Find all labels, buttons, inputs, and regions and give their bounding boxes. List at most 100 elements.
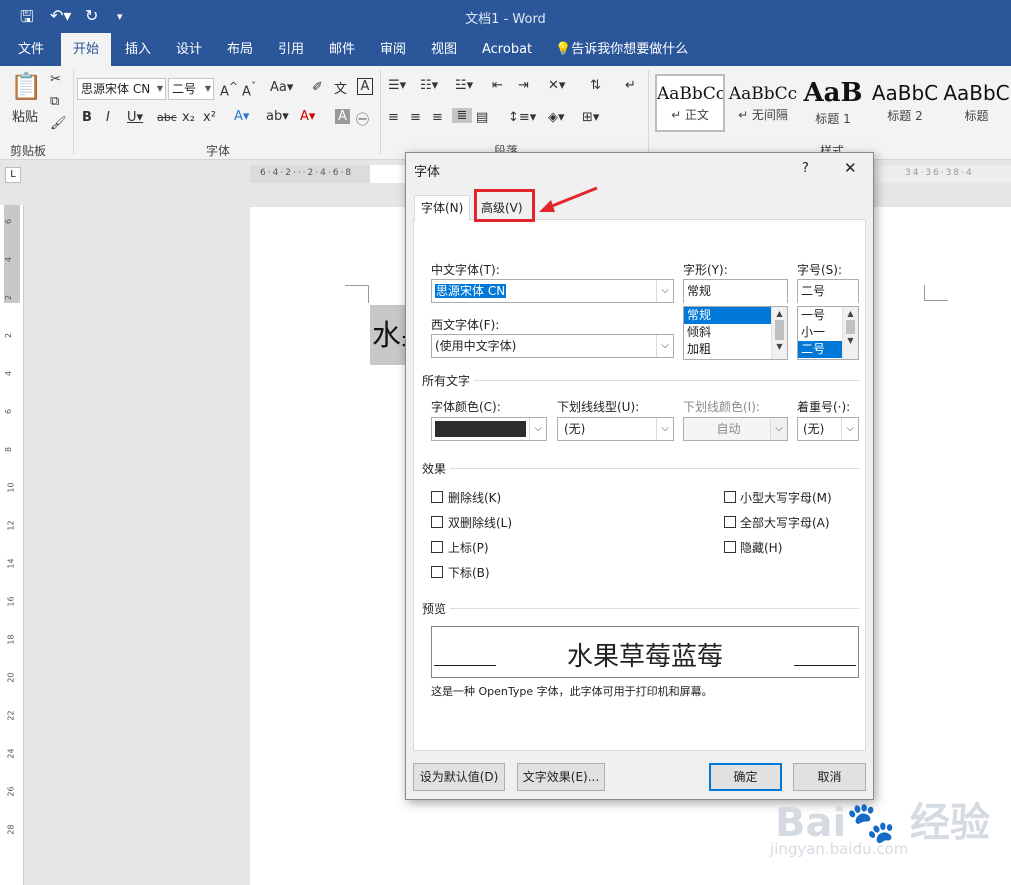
help-button[interactable]: ? bbox=[802, 161, 809, 176]
style-heading-2[interactable]: AaBbC 标题 2 bbox=[870, 74, 940, 132]
all-caps-label[interactable]: 全部大写字母(A) bbox=[740, 514, 830, 531]
borders-icon[interactable]: ⊞▾ bbox=[582, 110, 599, 125]
align-right-icon[interactable]: ≡ bbox=[432, 110, 443, 125]
style-normal[interactable]: AaBbCc ↵ 正文 bbox=[655, 74, 725, 132]
decrease-indent-icon[interactable]: ⇤ bbox=[492, 78, 503, 93]
copy-icon[interactable]: ⧉ bbox=[50, 94, 59, 109]
subscript-label[interactable]: 下标(B) bbox=[448, 564, 490, 581]
font-size-combo[interactable]: 二号 ▼ bbox=[168, 78, 214, 100]
cancel-button[interactable]: 取消 bbox=[793, 763, 866, 791]
enclose-characters-icon[interactable]: ㊀ bbox=[356, 109, 369, 128]
font-color-icon[interactable]: A▾ bbox=[300, 109, 315, 124]
scrollbar[interactable]: ▲ ▼ bbox=[771, 307, 787, 359]
character-border-icon[interactable]: A bbox=[357, 78, 373, 95]
bullets-icon[interactable]: ☰▾ bbox=[388, 78, 406, 93]
sort-icon[interactable]: ⇅ bbox=[590, 78, 601, 93]
distributed-icon[interactable]: ▤ bbox=[476, 110, 488, 125]
close-icon[interactable]: ✕ bbox=[844, 159, 857, 177]
line-spacing-icon[interactable]: ↕≡▾ bbox=[508, 110, 536, 125]
all-caps-checkbox[interactable] bbox=[724, 516, 736, 528]
ok-button[interactable]: 确定 bbox=[709, 763, 782, 791]
font-size-list[interactable]: 一号 小一 二号 ▲ ▼ bbox=[797, 306, 859, 360]
style-heading-1[interactable]: AaB 标题 1 bbox=[798, 74, 868, 132]
tab-insert[interactable]: 插入 bbox=[123, 33, 153, 66]
strikethrough-checkbox[interactable] bbox=[431, 491, 443, 503]
chinese-layout-icon[interactable]: ✕▾ bbox=[548, 78, 565, 93]
style-no-spacing[interactable]: AaBbCc ↵ 无间隔 bbox=[728, 74, 798, 132]
justify-icon[interactable]: ≣ bbox=[452, 108, 472, 123]
tab-layout[interactable]: 布局 bbox=[225, 33, 255, 66]
superscript-label[interactable]: 上标(P) bbox=[448, 539, 489, 556]
tab-home[interactable]: 开始 bbox=[61, 33, 112, 66]
strikethrough-label[interactable]: 删除线(K) bbox=[448, 489, 501, 506]
strikethrough-icon[interactable]: abc bbox=[157, 111, 177, 124]
tab-design[interactable]: 设计 bbox=[174, 33, 204, 66]
change-case-icon[interactable]: Aa▾ bbox=[270, 80, 293, 95]
font-style-input[interactable]: 常规 bbox=[683, 279, 788, 303]
double-strikethrough-checkbox[interactable] bbox=[431, 516, 443, 528]
shrink-font-icon[interactable]: Aˇ bbox=[242, 80, 256, 99]
tab-file[interactable]: 文件 bbox=[16, 33, 46, 66]
western-font-select[interactable]: (使用中文字体) ⌵ bbox=[431, 334, 674, 358]
underline-icon[interactable]: U▾ bbox=[127, 110, 143, 125]
font-name-combo[interactable]: 思源宋体 CN ▼ bbox=[77, 78, 166, 100]
shading-icon[interactable]: ◈▾ bbox=[548, 110, 565, 125]
subscript-icon[interactable]: x₂ bbox=[182, 110, 195, 125]
superscript-icon[interactable]: x² bbox=[203, 110, 216, 125]
bold-icon[interactable]: B bbox=[82, 110, 92, 125]
superscript-checkbox[interactable] bbox=[431, 541, 443, 553]
increase-indent-icon[interactable]: ⇥ bbox=[518, 78, 529, 93]
font-size-input[interactable]: 二号 bbox=[797, 279, 859, 303]
tab-mailings[interactable]: 邮件 bbox=[327, 33, 357, 66]
format-painter-icon[interactable]: 🖌 bbox=[50, 116, 67, 131]
multilevel-list-icon[interactable]: ☳▾ bbox=[455, 78, 473, 93]
hidden-label[interactable]: 隐藏(H) bbox=[740, 539, 782, 556]
chevron-down-icon[interactable]: ⌵ bbox=[656, 418, 673, 440]
list-item[interactable]: 常规 bbox=[684, 307, 771, 324]
numbering-icon[interactable]: ☷▾ bbox=[420, 78, 438, 93]
clear-formatting-icon[interactable]: ✐ bbox=[312, 80, 323, 95]
text-effects-icon[interactable]: A▾ bbox=[234, 109, 249, 124]
tab-view[interactable]: 视图 bbox=[429, 33, 459, 66]
chevron-down-icon[interactable]: ⌵ bbox=[841, 418, 858, 440]
highlight-icon[interactable]: ab▾ bbox=[266, 109, 289, 124]
all-text-label: 所有文字 bbox=[422, 374, 471, 388]
list-item[interactable]: 二号 bbox=[798, 341, 842, 358]
chevron-down-icon[interactable]: ⌵ bbox=[529, 418, 546, 440]
small-caps-checkbox[interactable] bbox=[724, 491, 736, 503]
text-effects-button[interactable]: 文字效果(E)... bbox=[517, 763, 605, 791]
subscript-checkbox[interactable] bbox=[431, 566, 443, 578]
phonetic-guide-icon[interactable]: 文 bbox=[334, 78, 347, 97]
italic-icon[interactable]: I bbox=[106, 110, 110, 125]
show-marks-icon[interactable]: ↵ bbox=[625, 78, 636, 93]
font-style-list[interactable]: 常规 倾斜 加粗 ▲ ▼ bbox=[683, 306, 788, 360]
style-title[interactable]: AaBbC 标题 bbox=[942, 74, 1011, 132]
grow-font-icon[interactable]: A^ bbox=[220, 80, 238, 99]
tab-selector[interactable]: L bbox=[5, 167, 21, 183]
chevron-down-icon[interactable]: ⌵ bbox=[656, 335, 673, 357]
tab-acrobat[interactable]: Acrobat bbox=[480, 33, 534, 66]
tab-references[interactable]: 引用 bbox=[276, 33, 306, 66]
align-center-icon[interactable]: ≡ bbox=[410, 110, 421, 125]
emphasis-select[interactable]: (无) ⌵ bbox=[797, 417, 859, 441]
small-caps-label[interactable]: 小型大写字母(M) bbox=[740, 489, 832, 506]
cut-icon[interactable]: ✂ bbox=[50, 72, 61, 87]
character-shading-icon[interactable]: A bbox=[335, 109, 350, 124]
tab-review[interactable]: 审阅 bbox=[378, 33, 408, 66]
tab-font[interactable]: 字体(N) bbox=[414, 195, 471, 221]
font-color-select[interactable]: ⌵ bbox=[431, 417, 547, 441]
double-strikethrough-label[interactable]: 双删除线(L) bbox=[448, 514, 512, 531]
paste-button-label[interactable]: 粘贴 bbox=[12, 106, 38, 125]
chevron-down-icon[interactable]: ⌵ bbox=[656, 280, 673, 302]
set-default-button[interactable]: 设为默认值(D) bbox=[413, 763, 505, 791]
paste-icon[interactable]: 📋 bbox=[10, 72, 42, 102]
underline-style-select[interactable]: (无) ⌵ bbox=[557, 417, 674, 441]
hidden-checkbox[interactable] bbox=[724, 541, 736, 553]
margin-corner bbox=[368, 285, 369, 303]
align-left-icon[interactable]: ≡ bbox=[388, 110, 399, 125]
tell-me-box[interactable]: 💡告诉我你想要做什么 bbox=[553, 33, 690, 66]
scrollbar[interactable]: ▲ ▼ bbox=[842, 307, 858, 359]
chinese-font-select[interactable]: 思源宋体 CN ⌵ bbox=[431, 279, 674, 303]
vertical-ruler[interactable]: 6 4 2 2 4 6 8 10 12 14 16 18 20 22 24 26 28 bbox=[0, 205, 24, 885]
ribbon: 📋 粘贴 ✂ ⧉ 🖌 剪贴板 思源宋体 CN ▼ 二号 ▼ A^ Aˇ Aa▾ ✐ … bbox=[0, 66, 1011, 160]
